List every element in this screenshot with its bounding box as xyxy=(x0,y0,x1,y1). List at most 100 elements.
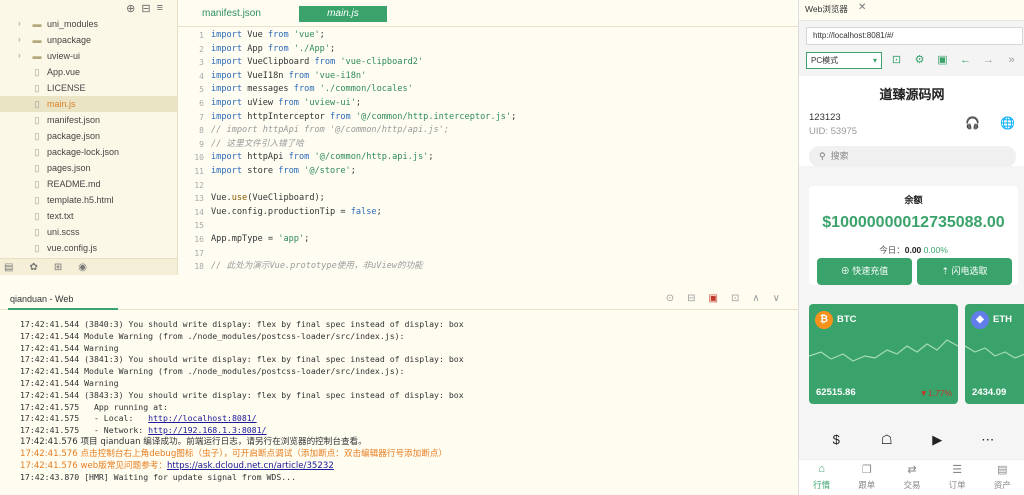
console-link[interactable]: http://localhost:8081/ xyxy=(148,413,256,423)
recharge-icon: ⊕ xyxy=(840,266,853,276)
folder-icon: ▬ xyxy=(32,19,42,29)
tree-item[interactable]: ▯ App.vue xyxy=(0,64,177,80)
forward-arrow-icon[interactable]: → xyxy=(980,52,997,69)
nav-item[interactable]: ▤ 资产 xyxy=(982,460,1022,495)
nav-label: 跟单 xyxy=(858,480,876,490)
recharge-button[interactable]: ⊕ 快速充值 xyxy=(817,258,912,285)
nav-item[interactable]: ⌂ 行情 xyxy=(802,460,842,495)
file-icon: ▯ xyxy=(34,131,40,141)
tree-item[interactable]: ▯ text.txt xyxy=(0,208,177,224)
console-link[interactable]: https://ask.dcloud.net.cn/article/35232 xyxy=(167,461,334,471)
clear-icon[interactable]: ⊟ xyxy=(687,293,695,304)
search-input[interactable]: ⚲ 搜索 xyxy=(809,146,1016,167)
code-token: 'app' xyxy=(278,233,305,244)
tree-item[interactable]: ▯ package.json xyxy=(0,128,177,144)
copy-icon[interactable]: ⊡ xyxy=(731,293,739,304)
headset-icon[interactable]: 🎧 xyxy=(965,116,980,130)
code-token: from xyxy=(278,165,305,176)
close-icon[interactable]: ✕ xyxy=(858,2,866,13)
globe-icon[interactable]: 🌐 xyxy=(1000,116,1015,130)
code-token: messages xyxy=(247,84,294,95)
tree-item[interactable]: ▯ template.h5.html xyxy=(0,192,177,208)
url-bar[interactable]: http://localhost:8081/#/ xyxy=(806,27,1023,45)
console-tab-title[interactable]: qianduan - Web xyxy=(10,294,73,304)
code-token: 'vue-clipboard2' xyxy=(340,57,424,68)
settings-icon[interactable]: ⚙ xyxy=(911,52,928,69)
code-token: httpApi xyxy=(247,152,289,163)
file-icon: ▯ xyxy=(34,67,40,77)
chevron-right-icon: › xyxy=(18,51,21,60)
tree-item[interactable]: › ▬ unpackage xyxy=(0,32,177,48)
chevron-down-icon[interactable]: ∨ xyxy=(773,293,780,304)
code-area[interactable]: 1 import Vue from 'vue'; 2 import App from … xyxy=(178,29,798,274)
debug-icon[interactable]: ▣ xyxy=(709,293,718,304)
nav-item[interactable]: ❐ 跟单 xyxy=(847,460,887,495)
console-icon[interactable]: ▣ xyxy=(934,52,951,69)
console-line-text: 17:42:41.576 web版常见问题参考： xyxy=(20,460,167,471)
console-line: 17:42:41.544 Warning xyxy=(20,342,119,353)
search-placeholder: 搜索 xyxy=(830,151,849,161)
withdraw-button[interactable]: ⇡ 闪电选取 xyxy=(917,258,1012,285)
tab-manifest-json[interactable]: manifest.json xyxy=(188,6,275,22)
tree-item[interactable]: › ▬ uni_modules xyxy=(0,16,177,32)
eye-icon[interactable]: ◉ xyxy=(78,262,87,273)
line-number: 1 xyxy=(199,31,204,40)
tree-item[interactable]: ▯ pages.json xyxy=(0,160,177,176)
editor-tabs: manifest.json main.js xyxy=(178,0,798,27)
tree-item-label: uview-ui xyxy=(47,51,81,61)
nav-item[interactable]: ⇄ 交易 xyxy=(892,460,932,495)
video-icon[interactable]: ▶ xyxy=(927,430,947,450)
tree-item[interactable]: ▯ vue.config.js xyxy=(0,240,177,256)
expand-icon[interactable]: ⊕ xyxy=(126,2,135,16)
desk-icon[interactable]: ☖ xyxy=(877,430,897,450)
back-arrow-icon[interactable]: ← xyxy=(957,52,974,69)
tree-item[interactable]: ▯ README.md xyxy=(0,176,177,192)
code-line: 15 xyxy=(178,219,798,233)
preview-tab[interactable]: Web浏览器 xyxy=(805,3,848,15)
btc-icon: ₿ xyxy=(815,311,833,329)
more-dots-icon[interactable]: ⋯ xyxy=(978,430,998,450)
nav-icon: ▤ xyxy=(997,464,1008,476)
tree-item[interactable]: ▯ main.js xyxy=(0,96,177,112)
collapse-icon[interactable]: ⊟ xyxy=(141,2,150,16)
console-link[interactable]: http://192.168.1.3:8081/ xyxy=(148,425,266,435)
coin-card-btc[interactable]: ₿ BTC 62515.86 ▼1.77% xyxy=(809,304,958,404)
code-line: 17 xyxy=(178,247,798,261)
nav-icon: ⌂ xyxy=(818,463,825,475)
withdraw-icon: ⇡ xyxy=(941,266,952,276)
balance-label: 余额 xyxy=(904,195,923,205)
stop-icon[interactable]: ⊙ xyxy=(666,293,674,304)
console-line: 17:42:41.544 Module Warning (from ./node… xyxy=(20,366,405,377)
dollar-shield-icon[interactable]: $ xyxy=(826,430,846,450)
code-token: import xyxy=(211,152,248,163)
file-icon: ▯ xyxy=(34,99,40,109)
more-icon[interactable]: » xyxy=(1003,52,1020,69)
nav-item[interactable]: ☰ 订单 xyxy=(937,460,977,495)
tree-item-label: App.vue xyxy=(47,67,81,77)
bag-icon[interactable]: ⊞ xyxy=(54,262,62,273)
mode-select[interactable]: PC模式 xyxy=(806,51,882,69)
code-token: import xyxy=(211,111,248,122)
folder-icon[interactable]: ▤ xyxy=(4,262,13,273)
bottom-nav: ⌂ 行情 ❐ 跟单 ⇄ 交易 ☰ 订单 ▤ 资产 xyxy=(799,459,1024,495)
line-number: 7 xyxy=(199,112,204,122)
screenshot-icon[interactable]: ⊡ xyxy=(888,52,905,69)
tree-item[interactable]: ▯ uni.scss xyxy=(0,224,177,240)
code-token: './common/locales' xyxy=(319,84,413,95)
coin-card-eth[interactable]: ◆ ETH 2434.09 xyxy=(965,304,1024,404)
code-token: from xyxy=(314,57,341,68)
tab-main-js[interactable]: main.js xyxy=(298,6,387,22)
tree-item[interactable]: › ▬ uview-ui xyxy=(0,48,177,64)
flower-icon[interactable]: ✿ xyxy=(29,262,37,273)
coin-name: BTC xyxy=(837,314,857,325)
code-line: 12 xyxy=(178,179,798,193)
chevron-up-icon[interactable]: ∧ xyxy=(752,293,759,304)
menu-icon[interactable]: ≡ xyxy=(157,2,163,16)
tree-item[interactable]: ▯ package-lock.json xyxy=(0,144,177,160)
console-tab-indicator xyxy=(8,308,118,310)
console-output[interactable]: 17:42:41.544 (3840:3) You should write d… xyxy=(0,319,798,495)
code-token: Vue.config.productionTip = xyxy=(211,206,351,217)
file-tree: ⊕ ⊟ ≡ › ▬ uni_modules › ▬ unpackage › ▬ uview-ui… xyxy=(0,0,178,275)
tree-item[interactable]: ▯ LICENSE xyxy=(0,80,177,96)
tree-item[interactable]: ▯ manifest.json xyxy=(0,112,177,128)
